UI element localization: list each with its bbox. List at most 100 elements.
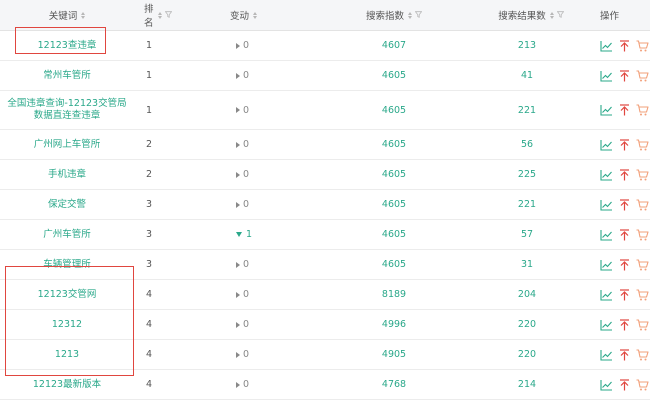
rank-cell: 4	[134, 370, 172, 399]
col-keyword-header[interactable]: 关键词	[0, 0, 134, 30]
change-value: 0	[243, 259, 250, 270]
keyword-link[interactable]: 手机违章	[48, 169, 86, 181]
change-indicator: 0	[236, 289, 249, 300]
trend-chart-icon[interactable]	[600, 349, 613, 361]
sort-icon[interactable]	[158, 11, 162, 19]
keyword-link[interactable]: 12123交管网	[38, 289, 97, 301]
result-count-cell: 225	[426, 160, 596, 189]
pin-to-top-icon[interactable]	[619, 104, 630, 116]
change-indicator: 0	[236, 169, 249, 180]
actions-cell	[596, 280, 650, 309]
search-index-value: 8189	[381, 289, 407, 300]
rank-value: 4	[146, 319, 153, 330]
change-cell: 0	[172, 190, 362, 219]
change-value: 0	[243, 379, 250, 390]
search-index-cell: 8189	[362, 280, 426, 309]
pin-to-top-icon[interactable]	[619, 378, 630, 391]
pin-to-top-icon[interactable]	[619, 258, 630, 271]
search-index-cell: 4905	[362, 340, 426, 369]
actions-cell	[596, 91, 650, 129]
search-index-value: 4605	[381, 169, 407, 180]
keyword-cell: 保定交警	[0, 190, 134, 219]
keyword-cell: 12123查违章	[0, 31, 134, 60]
keyword-link[interactable]: 车辆管理所	[43, 259, 91, 271]
cart-icon[interactable]	[636, 138, 649, 151]
trend-chart-icon[interactable]	[600, 229, 613, 241]
actions-cell	[596, 340, 650, 369]
trend-chart-icon[interactable]	[600, 199, 613, 211]
trend-chart-icon[interactable]	[600, 70, 613, 82]
filter-icon[interactable]	[556, 10, 565, 21]
cart-icon[interactable]	[636, 168, 649, 181]
cart-icon[interactable]	[636, 318, 649, 331]
trend-chart-icon[interactable]	[600, 139, 613, 151]
keyword-link[interactable]: 广州网上车管所	[34, 139, 101, 151]
pin-to-top-icon[interactable]	[619, 288, 630, 301]
trend-chart-icon[interactable]	[600, 104, 613, 116]
change-value: 0	[243, 40, 250, 51]
sort-icon[interactable]	[408, 11, 412, 19]
table-row: 12123查违章 1 0 4607 213	[0, 31, 650, 61]
sort-icon[interactable]	[81, 11, 86, 19]
pin-to-top-icon[interactable]	[619, 168, 630, 181]
trend-chart-icon[interactable]	[600, 169, 613, 181]
actions-cell	[596, 61, 650, 90]
search-index-cell: 4605	[362, 190, 426, 219]
col-rank-header[interactable]: 排名	[134, 0, 173, 30]
result-count-cell: 31	[426, 250, 596, 279]
keyword-link[interactable]: 12312	[52, 319, 82, 331]
actions-cell	[596, 130, 650, 159]
pin-to-top-icon[interactable]	[619, 228, 630, 241]
change-cell: 0	[172, 310, 362, 339]
trend-chart-icon[interactable]	[600, 379, 613, 391]
change-cell: 0	[172, 130, 362, 159]
keyword-link[interactable]: 保定交警	[48, 199, 86, 211]
pin-to-top-icon[interactable]	[619, 318, 630, 331]
col-search-index-label: 搜索指数	[365, 11, 404, 22]
keyword-link[interactable]: 广州车管所	[43, 229, 91, 241]
trend-chart-icon[interactable]	[600, 319, 613, 331]
change-indicator: 0	[236, 319, 249, 330]
keyword-link[interactable]: 全国违章查询-12123交管局数据直连查违章	[6, 98, 128, 122]
col-result-count-header[interactable]: 搜索结果数	[426, 0, 596, 30]
change-value: 0	[243, 319, 250, 330]
change-indicator: 1	[236, 229, 252, 240]
keyword-link[interactable]: 12123最新版本	[33, 379, 101, 391]
pin-to-top-icon[interactable]	[619, 348, 630, 361]
cart-icon[interactable]	[636, 258, 649, 271]
table-row: 手机违章 2 0 4605 225	[0, 160, 650, 190]
cart-icon[interactable]	[636, 69, 649, 82]
pin-to-top-icon[interactable]	[619, 198, 630, 211]
trend-chart-icon[interactable]	[600, 40, 613, 52]
col-search-index-header[interactable]: 搜索指数	[362, 0, 426, 30]
cart-icon[interactable]	[636, 228, 649, 241]
change-indicator: 0	[236, 259, 249, 270]
result-count-value: 213	[517, 40, 537, 51]
result-count-value: 220	[517, 349, 537, 360]
col-change-header[interactable]: 变动	[172, 0, 362, 30]
change-cell: 0	[172, 31, 362, 60]
filter-icon[interactable]	[164, 10, 173, 21]
keyword-link[interactable]: 常州车管所	[43, 70, 91, 82]
cart-icon[interactable]	[636, 198, 649, 211]
filter-icon[interactable]	[414, 10, 423, 21]
keyword-link[interactable]: 1213	[55, 349, 79, 361]
trend-chart-icon[interactable]	[600, 289, 613, 301]
keyword-link[interactable]: 12123查违章	[38, 40, 97, 52]
pin-to-top-icon[interactable]	[619, 39, 630, 52]
rank-value: 3	[146, 259, 153, 270]
rank-value: 3	[146, 229, 153, 240]
change-indicator: 0	[236, 139, 249, 150]
actions-cell	[596, 370, 650, 399]
pin-to-top-icon[interactable]	[619, 69, 630, 82]
cart-icon[interactable]	[636, 288, 649, 301]
pin-to-top-icon[interactable]	[619, 138, 630, 151]
cart-icon[interactable]	[636, 348, 649, 361]
cart-icon[interactable]	[636, 104, 649, 116]
sort-icon[interactable]	[253, 11, 258, 19]
cart-icon[interactable]	[636, 378, 649, 391]
sort-icon[interactable]	[549, 11, 554, 19]
cart-icon[interactable]	[636, 39, 649, 52]
rank-cell: 2	[134, 160, 172, 189]
trend-chart-icon[interactable]	[600, 259, 613, 271]
